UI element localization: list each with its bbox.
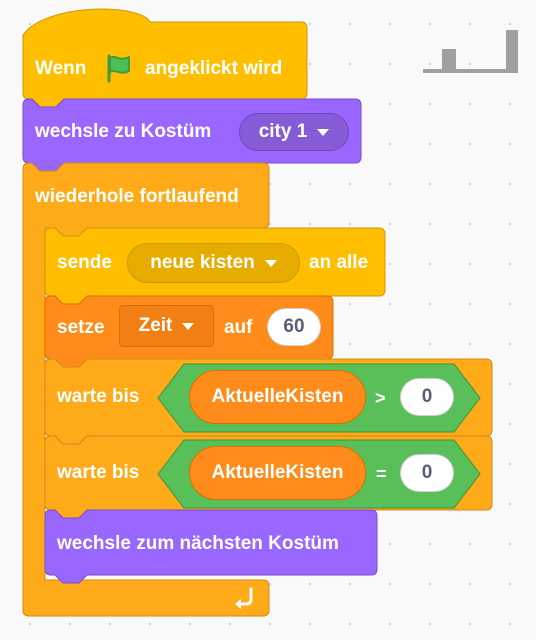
set-variable-middle: auf [224,317,253,338]
comparison-value-input[interactable]: 0 [400,454,454,492]
wait-until-label: warte bis [57,386,140,407]
hat-block-prefix: Wenn [35,58,87,79]
next-costume-label: wechsle zum nächsten Kostüm [57,533,339,554]
chevron-down-icon [182,322,195,330]
green-flag-icon [107,54,130,83]
costume-dropdown[interactable]: city 1 [239,113,349,151]
equals-symbol: = [376,464,387,484]
variable-dropdown-value: Zeit [138,315,173,336]
cleanup-icon[interactable] [420,26,520,76]
broadcast-prefix: sende [57,252,112,273]
broadcast-message-value: neue kisten [150,252,255,273]
set-variable-prefix: setze [57,317,105,338]
aktuelle-kisten-reporter[interactable]: AktuelleKisten [189,370,366,424]
loop-arrow-icon [235,587,253,609]
hat-block-suffix: angeklickt wird [145,58,283,79]
aktuelle-kisten-reporter[interactable]: AktuelleKisten [189,446,366,500]
variable-dropdown[interactable]: Zeit [119,305,214,347]
forever-loop-label: wiederhole fortlaufend [35,186,239,207]
chevron-down-icon [264,259,277,267]
switch-costume-label: wechsle zu Kostüm [35,121,212,142]
greater-than-symbol: > [375,388,386,408]
set-variable-value-input[interactable]: 60 [267,308,321,346]
broadcast-suffix: an alle [309,252,369,273]
wait-until-label: warte bis [57,462,140,483]
chevron-down-icon [317,128,330,136]
costume-dropdown-value: city 1 [258,121,308,142]
comparison-value-input[interactable]: 0 [400,378,454,416]
broadcast-message-dropdown[interactable]: neue kisten [127,243,300,283]
